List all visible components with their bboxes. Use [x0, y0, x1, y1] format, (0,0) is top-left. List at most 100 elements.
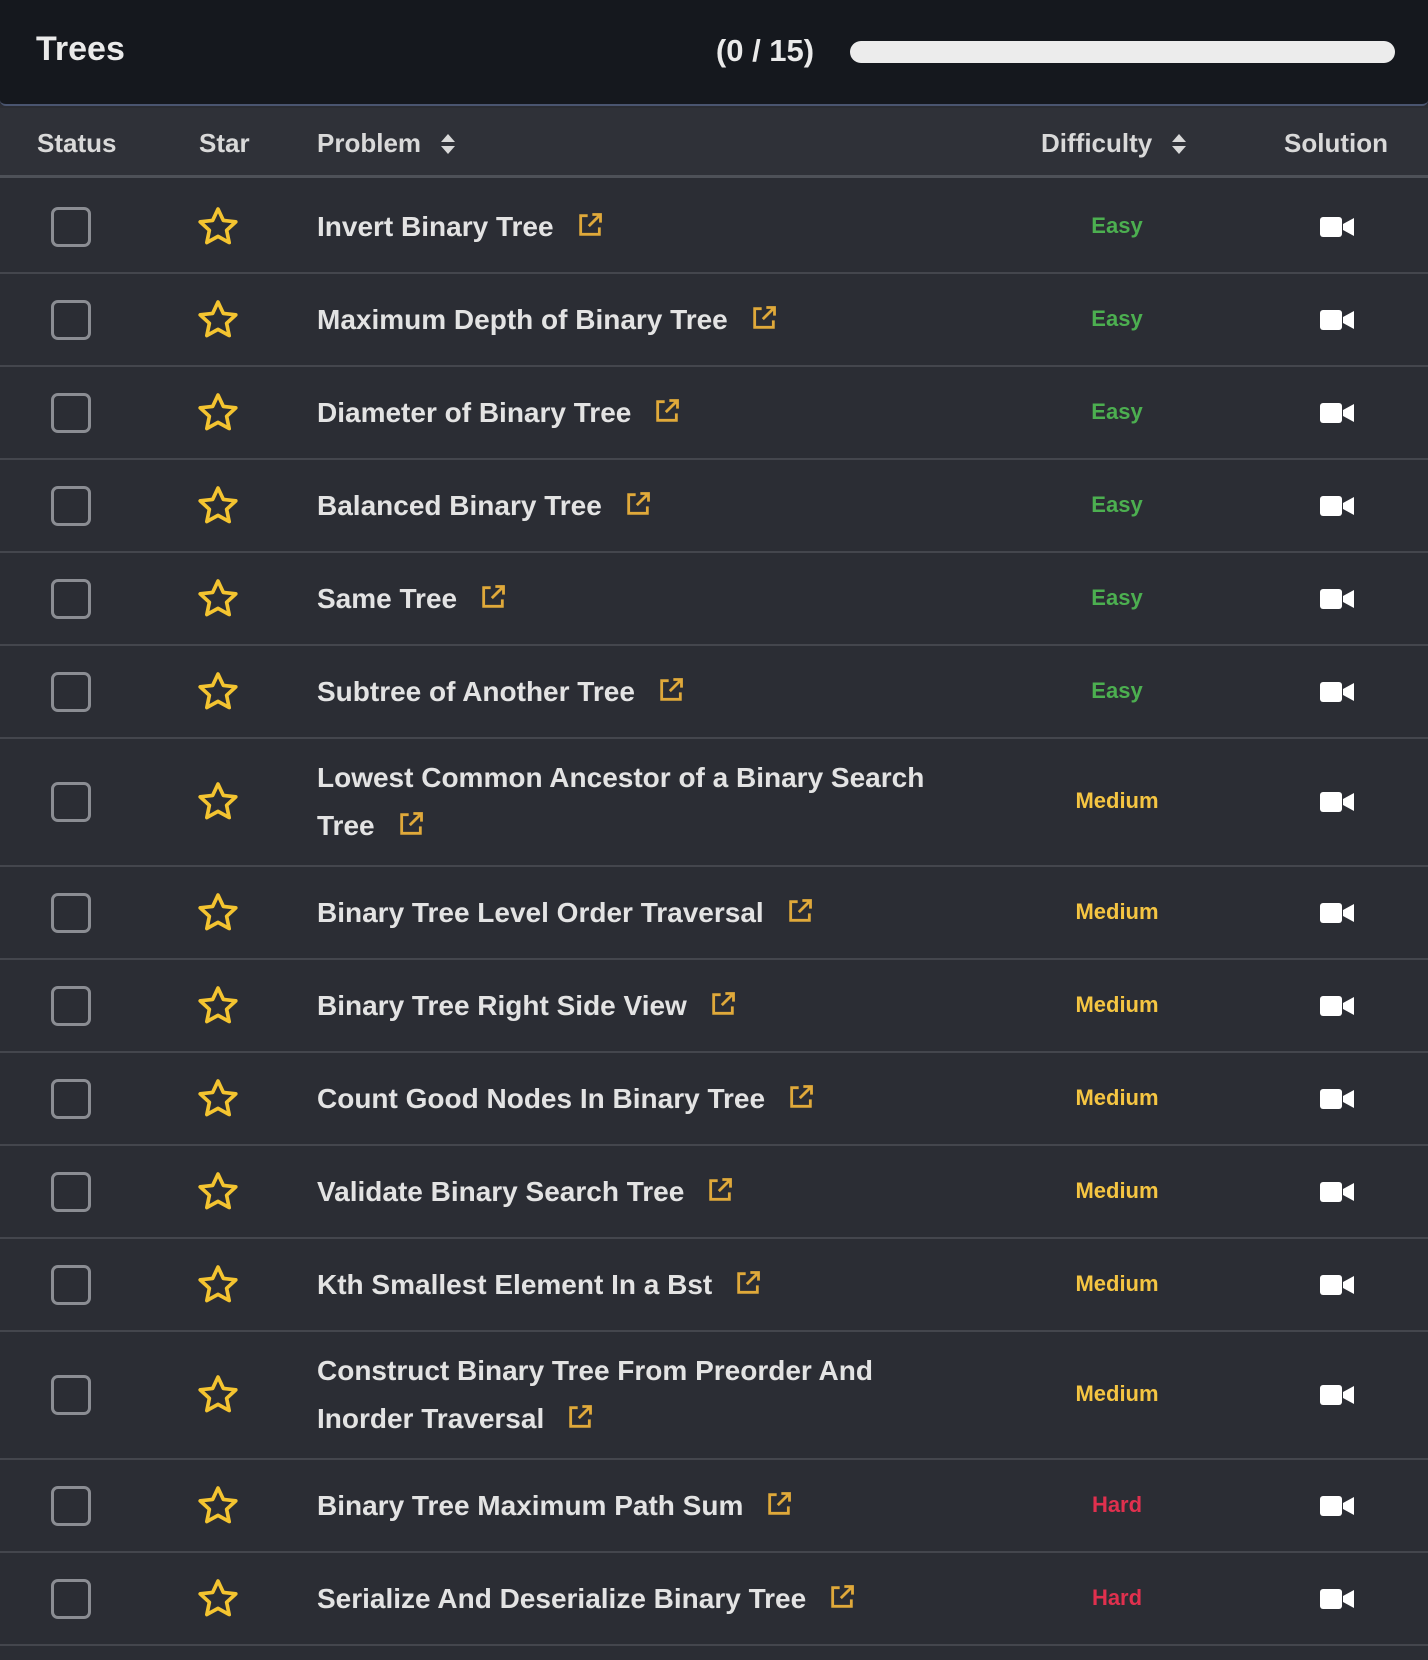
external-link-icon[interactable]	[576, 211, 604, 239]
external-link-icon[interactable]	[828, 1583, 856, 1611]
column-header-status: Status	[37, 128, 116, 159]
video-camera-icon[interactable]	[1320, 495, 1354, 517]
video-camera-icon[interactable]	[1320, 309, 1354, 331]
problem-cell: Validate Binary Search Tree	[317, 1168, 957, 1216]
video-camera-icon[interactable]	[1320, 1588, 1354, 1610]
star-icon[interactable]	[196, 484, 240, 528]
status-checkbox[interactable]	[51, 1171, 91, 1212]
external-link-icon[interactable]	[706, 1176, 734, 1204]
status-checkbox[interactable]	[51, 206, 91, 247]
external-link-icon[interactable]	[653, 397, 681, 425]
star-icon[interactable]	[196, 1577, 240, 1621]
table-row: Lowest Common Ancestor of a Binary Searc…	[0, 739, 1428, 867]
column-header-difficulty-label: Difficulty	[1041, 128, 1153, 158]
external-link-icon[interactable]	[709, 990, 737, 1018]
section-header[interactable]: Trees (0 / 15)	[0, 0, 1428, 106]
problem-link[interactable]: Same Tree	[317, 583, 457, 614]
problem-cell: Binary Tree Right Side View	[317, 982, 957, 1030]
video-camera-icon[interactable]	[1320, 902, 1354, 924]
column-header-difficulty[interactable]: Difficulty	[1041, 128, 1187, 159]
external-link-icon[interactable]	[566, 1403, 594, 1431]
problem-cell: Subtree of Another Tree	[317, 668, 957, 716]
star-icon[interactable]	[196, 670, 240, 714]
external-link-icon[interactable]	[734, 1269, 762, 1297]
video-camera-icon[interactable]	[1320, 791, 1354, 813]
status-checkbox[interactable]	[51, 1375, 91, 1415]
problem-cell: Construct Binary Tree From Preorder And …	[317, 1347, 957, 1443]
problem-link[interactable]: Construct Binary Tree From Preorder And …	[317, 1355, 873, 1434]
problem-link[interactable]: Invert Binary Tree	[317, 211, 554, 242]
external-link-icon[interactable]	[750, 304, 778, 332]
problem-cell: Count Good Nodes In Binary Tree	[317, 1075, 957, 1123]
star-icon[interactable]	[196, 780, 240, 824]
problem-link[interactable]: Subtree of Another Tree	[317, 676, 635, 707]
problem-link[interactable]: Maximum Depth of Binary Tree	[317, 304, 728, 335]
status-checkbox[interactable]	[51, 892, 91, 933]
status-checkbox[interactable]	[51, 1578, 91, 1619]
problem-link[interactable]: Kth Smallest Element In a Bst	[317, 1269, 712, 1300]
problem-link[interactable]: Binary Tree Maximum Path Sum	[317, 1490, 743, 1521]
status-checkbox[interactable]	[51, 1264, 91, 1305]
status-checkbox[interactable]	[51, 671, 91, 712]
status-checkbox[interactable]	[51, 299, 91, 340]
status-checkbox[interactable]	[51, 1078, 91, 1119]
star-icon[interactable]	[196, 205, 240, 249]
table-row: Subtree of Another Tree Easy	[0, 646, 1428, 739]
problem-cell: Kth Smallest Element In a Bst	[317, 1261, 957, 1309]
external-link-icon[interactable]	[479, 583, 507, 611]
video-camera-icon[interactable]	[1320, 1495, 1354, 1517]
star-icon[interactable]	[196, 577, 240, 621]
video-camera-icon[interactable]	[1320, 1181, 1354, 1203]
sort-icon[interactable]	[441, 133, 456, 155]
problem-cell: Invert Binary Tree	[317, 203, 957, 251]
column-header-solution-label: Solution	[1284, 128, 1388, 158]
column-header-star-label: Star	[199, 128, 250, 158]
video-camera-icon[interactable]	[1320, 995, 1354, 1017]
difficulty-badge: Easy	[1091, 305, 1143, 331]
problem-link[interactable]: Binary Tree Level Order Traversal	[317, 897, 764, 928]
external-link-icon[interactable]	[397, 810, 425, 838]
external-link-icon[interactable]	[786, 897, 814, 925]
external-link-icon[interactable]	[657, 676, 685, 704]
video-camera-icon[interactable]	[1320, 1384, 1354, 1406]
video-camera-icon[interactable]	[1320, 1088, 1354, 1110]
table-row: Binary Tree Right Side View Medium	[0, 960, 1428, 1053]
status-checkbox[interactable]	[51, 1485, 91, 1526]
star-icon[interactable]	[196, 984, 240, 1028]
star-icon[interactable]	[196, 1484, 240, 1528]
star-icon[interactable]	[196, 1373, 240, 1417]
external-link-icon[interactable]	[624, 490, 652, 518]
problem-link[interactable]: Count Good Nodes In Binary Tree	[317, 1083, 765, 1114]
table-row: Same Tree Easy	[0, 553, 1428, 646]
status-checkbox[interactable]	[51, 392, 91, 433]
video-camera-icon[interactable]	[1320, 402, 1354, 424]
external-link-icon[interactable]	[765, 1490, 793, 1518]
table-row: Serialize And Deserialize Binary Tree Har…	[0, 1553, 1428, 1646]
status-checkbox[interactable]	[51, 985, 91, 1026]
problem-link[interactable]: Serialize And Deserialize Binary Tree	[317, 1583, 806, 1614]
problem-link[interactable]: Diameter of Binary Tree	[317, 397, 631, 428]
table-row: Kth Smallest Element In a Bst Medium	[0, 1239, 1428, 1332]
sort-icon[interactable]	[1172, 133, 1187, 155]
external-link-icon[interactable]	[787, 1083, 815, 1111]
star-icon[interactable]	[196, 1170, 240, 1214]
column-header-problem-label: Problem	[317, 128, 422, 158]
problem-link[interactable]: Validate Binary Search Tree	[317, 1176, 684, 1207]
problem-link[interactable]: Binary Tree Right Side View	[317, 990, 687, 1021]
status-checkbox[interactable]	[51, 485, 91, 526]
star-icon[interactable]	[196, 891, 240, 935]
video-camera-icon[interactable]	[1320, 1274, 1354, 1296]
problem-link[interactable]: Balanced Binary Tree	[317, 490, 602, 521]
star-icon[interactable]	[196, 1077, 240, 1121]
status-checkbox[interactable]	[51, 578, 91, 619]
problem-cell: Binary Tree Level Order Traversal	[317, 889, 957, 937]
star-icon[interactable]	[196, 298, 240, 342]
column-header-problem[interactable]: Problem	[317, 128, 456, 159]
video-camera-icon[interactable]	[1320, 588, 1354, 610]
video-camera-icon[interactable]	[1320, 681, 1354, 703]
video-camera-icon[interactable]	[1320, 216, 1354, 238]
difficulty-badge: Easy	[1091, 584, 1143, 610]
star-icon[interactable]	[196, 1263, 240, 1307]
status-checkbox[interactable]	[51, 782, 91, 822]
star-icon[interactable]	[196, 391, 240, 435]
